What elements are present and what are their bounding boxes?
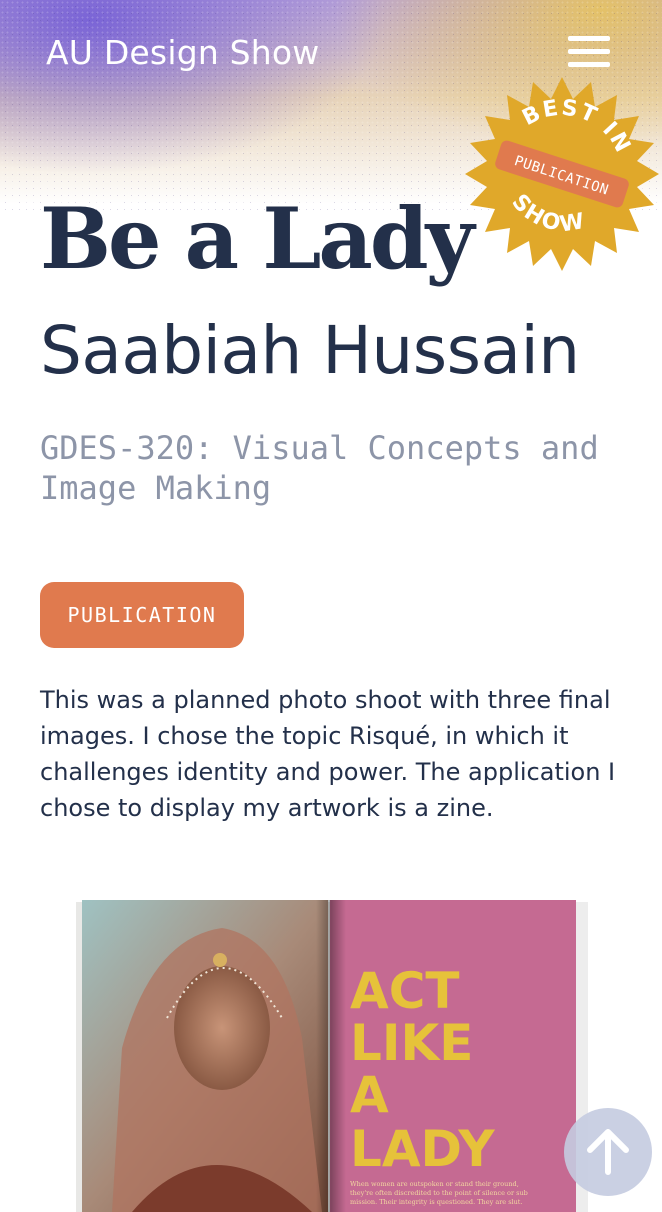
publication-category-button[interactable]: PUBLICATION — [40, 582, 244, 648]
svg-text:LIKE: LIKE — [350, 1014, 473, 1072]
svg-text:When women are outspoken or st: When women are outspoken or stand their … — [350, 1180, 519, 1188]
svg-text:they're often discredited to t: they're often discredited to the point o… — [350, 1189, 528, 1197]
scroll-to-top-button[interactable] — [564, 1108, 652, 1196]
hamburger-menu-icon[interactable] — [568, 36, 610, 68]
best-in-show-badge: BEST IN SHOW PUBLICATION — [465, 77, 659, 271]
course-name: GDES-320: Visual Concepts and Image Maki… — [40, 429, 599, 507]
svg-text:ACT: ACT — [350, 962, 460, 1020]
svg-text:mission. Their integrity is qu: mission. Their integrity is questioned. … — [350, 1198, 523, 1206]
svg-text:LADY: LADY — [350, 1120, 495, 1178]
site-title[interactable]: AU Design Show — [46, 33, 320, 72]
project-description: This was a planned photo shoot with thre… — [40, 686, 616, 822]
zine-body-copy: When women are outspoken or stand their … — [350, 1180, 528, 1206]
zine-spread-image: ACT LIKE A LADY When women are outspoken… — [76, 900, 588, 1212]
author-name: Saabiah Hussain — [40, 312, 580, 389]
project-title: Be a Lady — [40, 189, 474, 288]
svg-text:A: A — [350, 1066, 389, 1124]
arrow-up-icon — [587, 1129, 629, 1175]
